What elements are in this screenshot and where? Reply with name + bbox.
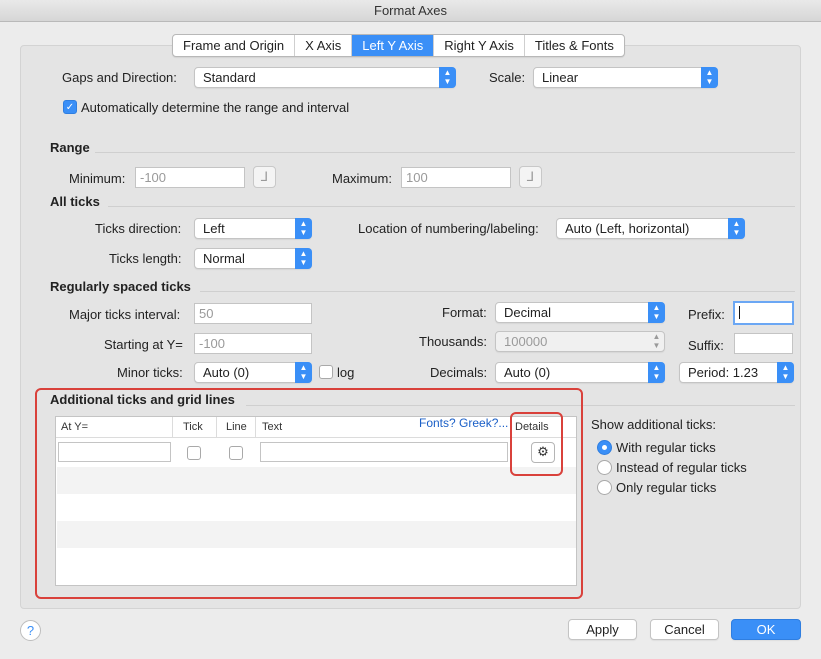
gaps-direction-select[interactable]: Standard ▲ ▼: [194, 67, 456, 88]
highlight-box-additional-ticks: [35, 388, 583, 599]
checkmark-icon: ✓: [65, 102, 75, 113]
log-checkbox[interactable]: [319, 365, 333, 379]
radio-with-regular-label[interactable]: With regular ticks: [616, 440, 716, 455]
prefix-label: Prefix:: [688, 307, 725, 322]
ticks-length-label: Ticks length:: [109, 251, 182, 266]
tab-x-axis[interactable]: X Axis: [295, 35, 353, 56]
prefix-input[interactable]: [733, 301, 794, 325]
radio-instead-of-regular-label[interactable]: Instead of regular ticks: [616, 460, 747, 475]
location-select[interactable]: Auto (Left, horizontal) ▲ ▼: [556, 218, 745, 239]
radio-instead-of-regular[interactable]: [597, 460, 612, 475]
ticks-direction-label: Ticks direction:: [95, 221, 182, 236]
thousands-label: Thousands:: [419, 334, 487, 349]
radio-with-regular[interactable]: [597, 440, 612, 455]
suffix-input[interactable]: [734, 333, 793, 354]
decimals-label: Decimals:: [430, 365, 488, 380]
ticks-length-select[interactable]: Normal ▲ ▼: [194, 248, 312, 269]
major-interval-input[interactable]: 50: [194, 303, 312, 324]
chevron-updown-icon: ▲ ▼: [295, 248, 312, 269]
scale-value: Linear: [542, 70, 579, 85]
minimum-label: Minimum:: [69, 171, 126, 186]
divider: [108, 206, 795, 207]
scale-label: Scale:: [489, 70, 526, 85]
regular-ticks-heading: Regularly spaced ticks: [50, 279, 191, 294]
format-label: Format:: [442, 305, 487, 320]
chevron-updown-icon: ▲ ▼: [439, 67, 456, 88]
tab-right-y-axis[interactable]: Right Y Axis: [434, 35, 525, 56]
minor-ticks-value: Auto (0): [203, 365, 250, 380]
divider: [200, 291, 795, 292]
format-select[interactable]: Decimal ▲ ▼: [495, 302, 665, 323]
chevron-updown-icon: ▲ ▼: [295, 218, 312, 239]
gaps-direction-label: Gaps and Direction:: [62, 70, 177, 85]
chevron-updown-icon: ▲ ▼: [777, 362, 794, 383]
radio-only-regular-label[interactable]: Only regular ticks: [616, 480, 716, 495]
decimals-select[interactable]: Auto (0) ▲ ▼: [495, 362, 665, 383]
format-value: Decimal: [504, 305, 551, 320]
maximum-label: Maximum:: [332, 171, 392, 186]
ok-button[interactable]: OK: [731, 619, 801, 640]
range-heading: Range: [50, 140, 90, 155]
starting-at-label: Starting at Y=: [104, 337, 183, 352]
tab-frame-and-origin[interactable]: Frame and Origin: [173, 35, 296, 56]
minimum-input[interactable]: -100: [135, 167, 245, 188]
location-label: Location of numbering/labeling:: [358, 221, 539, 236]
ticks-direction-select[interactable]: Left ▲ ▼: [194, 218, 312, 239]
log-label: log: [337, 365, 355, 380]
chevron-updown-icon: ▲ ▼: [728, 218, 745, 239]
decimals-value: Auto (0): [504, 365, 551, 380]
chevron-updown-icon: ▲ ▼: [648, 362, 665, 383]
period-value: Period: 1.23: [688, 365, 759, 380]
question-icon: ?: [26, 623, 35, 638]
apply-button[interactable]: Apply: [568, 619, 637, 640]
maximum-input[interactable]: 100: [401, 167, 511, 188]
divider: [95, 152, 795, 153]
help-button[interactable]: ?: [20, 620, 41, 641]
thousands-value: 100000: [504, 334, 548, 349]
gaps-direction-value: Standard: [203, 70, 256, 85]
window-title: Format Axes: [0, 0, 821, 22]
chevron-updown-icon: ▲ ▼: [648, 302, 665, 323]
chevron-updown-icon: ▲ ▼: [295, 362, 312, 383]
location-value: Auto (Left, horizontal): [565, 221, 690, 236]
chevron-updown-icon: ▲ ▼: [652, 332, 661, 350]
radio-only-regular[interactable]: [597, 480, 612, 495]
cancel-button[interactable]: Cancel: [650, 619, 719, 640]
tab-titles-and-fonts[interactable]: Titles & Fonts: [525, 35, 624, 56]
chevron-updown-icon: ▲ ▼: [701, 67, 718, 88]
major-interval-label: Major ticks interval:: [69, 307, 181, 322]
tab-bar: Frame and Origin X Axis Left Y Axis Righ…: [172, 34, 625, 57]
period-select[interactable]: Period: 1.23 ▲ ▼: [679, 362, 794, 383]
ticks-length-value: Normal: [203, 251, 245, 266]
auto-range-label: Automatically determine the range and in…: [81, 100, 350, 115]
text-caret: [739, 306, 740, 319]
all-ticks-heading: All ticks: [50, 194, 100, 209]
scale-select[interactable]: Linear ▲ ▼: [533, 67, 718, 88]
suffix-label: Suffix:: [688, 338, 724, 353]
tab-left-y-axis[interactable]: Left Y Axis: [352, 35, 435, 56]
fish-hook-icon[interactable]: ⅃: [519, 166, 542, 188]
fish-hook-icon[interactable]: ⅃: [253, 166, 276, 188]
minor-ticks-select[interactable]: Auto (0) ▲ ▼: [194, 362, 312, 383]
ticks-direction-value: Left: [203, 221, 225, 236]
show-additional-label: Show additional ticks:: [591, 417, 717, 432]
minor-ticks-label: Minor ticks:: [117, 365, 183, 380]
auto-range-checkbox[interactable]: ✓: [63, 100, 77, 114]
starting-at-input[interactable]: -100: [194, 333, 312, 354]
thousands-select[interactable]: 100000 ▲ ▼: [495, 331, 665, 352]
highlight-box-details: [510, 412, 563, 476]
